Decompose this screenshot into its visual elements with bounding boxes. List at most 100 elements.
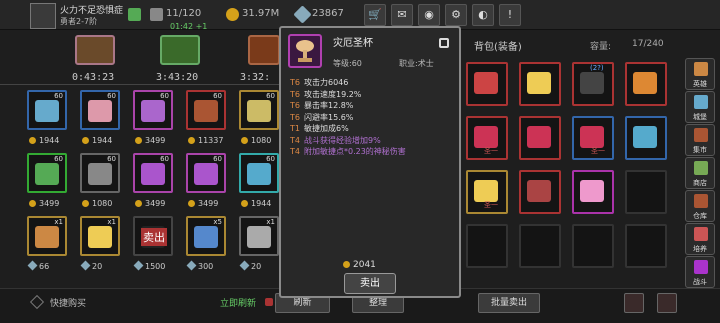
item-icon [88,226,112,248]
empty-slot[interactable] [625,224,667,268]
chest-icon[interactable] [248,35,280,65]
edit-icon[interactable] [128,8,141,21]
bag-filter-icon[interactable] [657,293,677,313]
stat-line: T4 附加敏捷点*0.23的神秘伤害 [290,146,406,157]
shop-cart-icon[interactable]: 🛒 [364,4,386,26]
shop-item[interactable]: 60 [239,153,279,193]
sidebar-icon [694,62,708,76]
empty-slot[interactable] [625,170,667,214]
gear-icon[interactable]: ⚙ [445,4,467,26]
refresh-now-link[interactable]: 立即刷新 [220,296,256,309]
shop-item[interactable]: 60 [239,90,279,130]
shop-item[interactable]: x1 [80,216,120,256]
item-icon [633,72,657,94]
item-badge: (2?) [590,64,604,72]
item-icon [247,163,271,185]
gem-icon [186,260,197,271]
empty-slot[interactable] [466,224,508,268]
player-avatar[interactable] [30,3,56,29]
sidebar-item[interactable]: 培养 [685,223,715,255]
gamepad-icon[interactable]: ◉ [418,4,440,26]
empty-slot[interactable] [572,224,614,268]
item-level: 60 [107,155,116,163]
coin-icon [188,137,195,144]
shop-item[interactable]: 60 [80,90,120,130]
sidebar-item[interactable]: 集市 [685,124,715,156]
stat-text: 附加敏捷点*0.23的神秘伤害 [303,147,406,156]
armor-filter-icon[interactable] [624,293,644,313]
bag-item[interactable] [625,116,667,160]
shop-item[interactable]: 60 [27,153,67,193]
item-class: 职业:术士 [399,59,434,68]
chest-icon[interactable] [75,35,115,65]
chest-timer: 0:43:23 [72,72,115,83]
item-price: 3499 [29,199,59,208]
color-wheel-icon[interactable]: ◐ [472,4,494,26]
empty-slot[interactable] [519,224,561,268]
item-icon [88,100,112,122]
item-price: 1944 [241,199,271,208]
item-icon [474,180,498,202]
gold-amount: 31.97M [242,8,280,19]
coin-icon [241,200,248,207]
chest-icon[interactable] [160,35,200,65]
sidebar-label: 英雄 [693,80,707,88]
shop-item[interactable]: 60 [133,153,173,193]
shop-item[interactable]: 60 [186,153,226,193]
sidebar-item[interactable]: 城堡 [685,91,715,123]
item-icon [474,126,498,148]
sidebar-icon [694,161,708,175]
sidebar-item[interactable]: 英雄 [685,58,715,90]
bag-item[interactable] [625,62,667,106]
item-price: 3499 [135,199,165,208]
shop-item[interactable]: x1 [27,216,67,256]
mail-icon[interactable]: ✉ [391,4,413,26]
item-price: 1080 [241,136,271,145]
shop-item[interactable]: 60 [133,90,173,130]
bag-icon [150,8,163,21]
coin-icon [135,200,142,207]
stat-line: T6 闪避率15.6% [290,112,353,123]
item-level: 60 [266,155,275,163]
bag-timer: 01:42 +1 [170,22,208,31]
capacity-label: 容量: [590,42,612,52]
sidebar-item[interactable]: 商店 [685,157,715,189]
item-icon [141,100,165,122]
shop-item[interactable]: x5 [186,216,226,256]
item-price: 11337 [188,136,223,145]
bag-item[interactable] [519,62,561,106]
bag-item[interactable] [466,62,508,106]
sidebar-icon [694,128,708,142]
sidebar-item[interactable]: 战斗 [685,256,715,288]
set-tag: 圣一 [484,147,498,155]
item-icon [35,163,59,185]
shop-item[interactable]: 60 [186,90,226,130]
shop-item[interactable]: x1 [239,216,279,256]
bag-item[interactable] [519,116,561,160]
item-price: 20 [80,260,102,271]
sidebar-icon [694,95,708,109]
shop-item[interactable]: 60 [27,90,67,130]
quick-buy-label: 快捷购买 [50,299,87,309]
item-level: x1 [266,218,275,226]
stat-line: T6 暴击率12.8% [290,100,353,111]
shop-item[interactable]: 卖出 [133,216,173,256]
bag-item[interactable] [519,170,561,214]
stat-text: 战斗获得经验增加9% [303,135,381,145]
unlock-icon[interactable] [439,38,449,48]
item-price: 66 [27,260,49,271]
stat-text: 闪避率15.6% [303,112,354,122]
set-tag: 圣一 [591,147,605,155]
coin-icon [135,137,142,144]
shop-item[interactable]: 60 [80,153,120,193]
notice-icon[interactable]: ! [499,4,521,26]
sell-button[interactable]: 卖出 [344,273,396,294]
gem-icon [293,5,312,24]
item-level: 60 [54,155,63,163]
sidebar-item[interactable]: 仓库 [685,190,715,222]
stat-tier: T6 [290,78,300,87]
item-level: 60 [160,92,169,100]
item-icon [580,126,604,148]
bulk-sell-button[interactable]: 批量卖出 [478,293,540,313]
bag-item[interactable] [572,170,614,214]
